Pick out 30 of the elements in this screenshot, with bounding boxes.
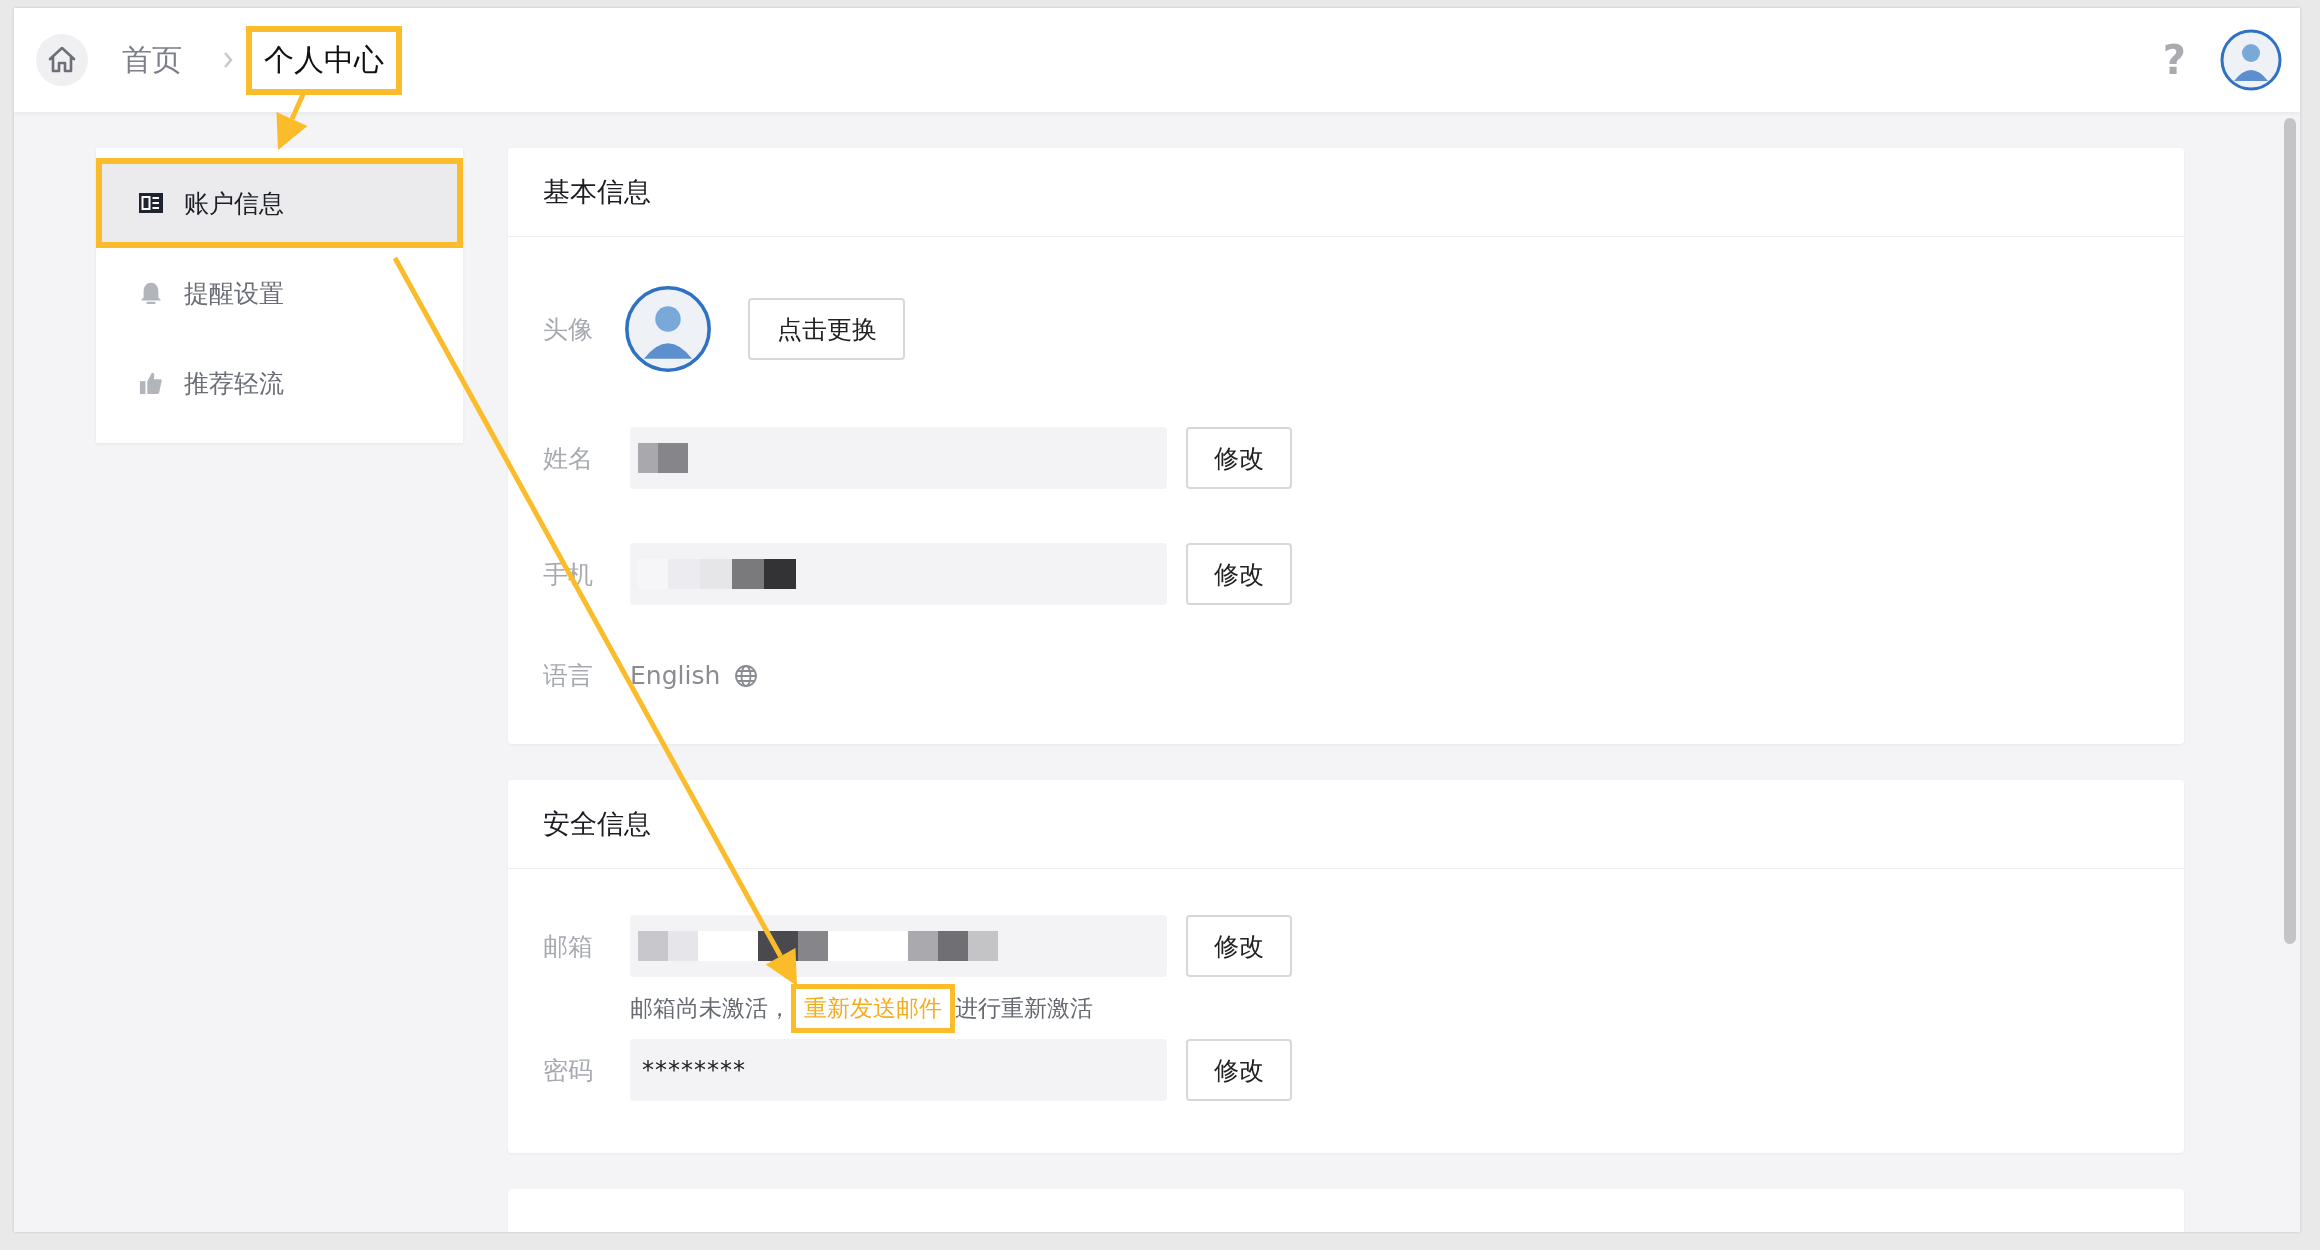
edit-button[interactable]: 修改 (1186, 1039, 1292, 1101)
edit-button[interactable]: 修改 (1186, 915, 1292, 977)
edit-button[interactable]: 修改 (1186, 427, 1292, 489)
chevron-icon (222, 50, 234, 70)
field-label: 头像 (543, 313, 594, 346)
menu-item[interactable]: 账户信息 (96, 158, 463, 248)
id-card-icon (138, 191, 164, 215)
input-field[interactable]: ******** (630, 1039, 1167, 1101)
breadcrumb-link[interactable]: 个人中心 (246, 25, 402, 95)
field-label: 语言 (543, 660, 594, 692)
field-label: 邮箱 (543, 930, 594, 963)
thumbs-up-icon (138, 371, 164, 395)
section-title: 安全信息 (543, 807, 651, 841)
input-field[interactable] (630, 427, 1167, 489)
scrollbar[interactable] (2284, 118, 2298, 944)
field-label: 密码 (543, 1054, 594, 1087)
input-field[interactable] (630, 915, 1167, 977)
home-icon[interactable] (36, 34, 88, 86)
globe-icon[interactable] (734, 663, 759, 688)
breadcrumb-link[interactable]: 首页 (104, 25, 200, 95)
section-title: 基本信息 (543, 175, 651, 209)
field-label: 姓名 (543, 442, 594, 475)
change-avatar-button[interactable]: 点击更换 (748, 298, 905, 360)
activation-hint: 邮箱尚未激活， 重新发送邮件 进行重新激活 (630, 983, 1093, 1033)
field-value: ******** (641, 1056, 746, 1084)
user-avatar[interactable] (2220, 29, 2282, 91)
input-field[interactable] (630, 543, 1167, 605)
menu-item[interactable]: 提醒设置 (96, 248, 463, 338)
menu-item[interactable]: 推荐轻流 (96, 338, 463, 428)
edit-button[interactable]: 修改 (1186, 543, 1292, 605)
